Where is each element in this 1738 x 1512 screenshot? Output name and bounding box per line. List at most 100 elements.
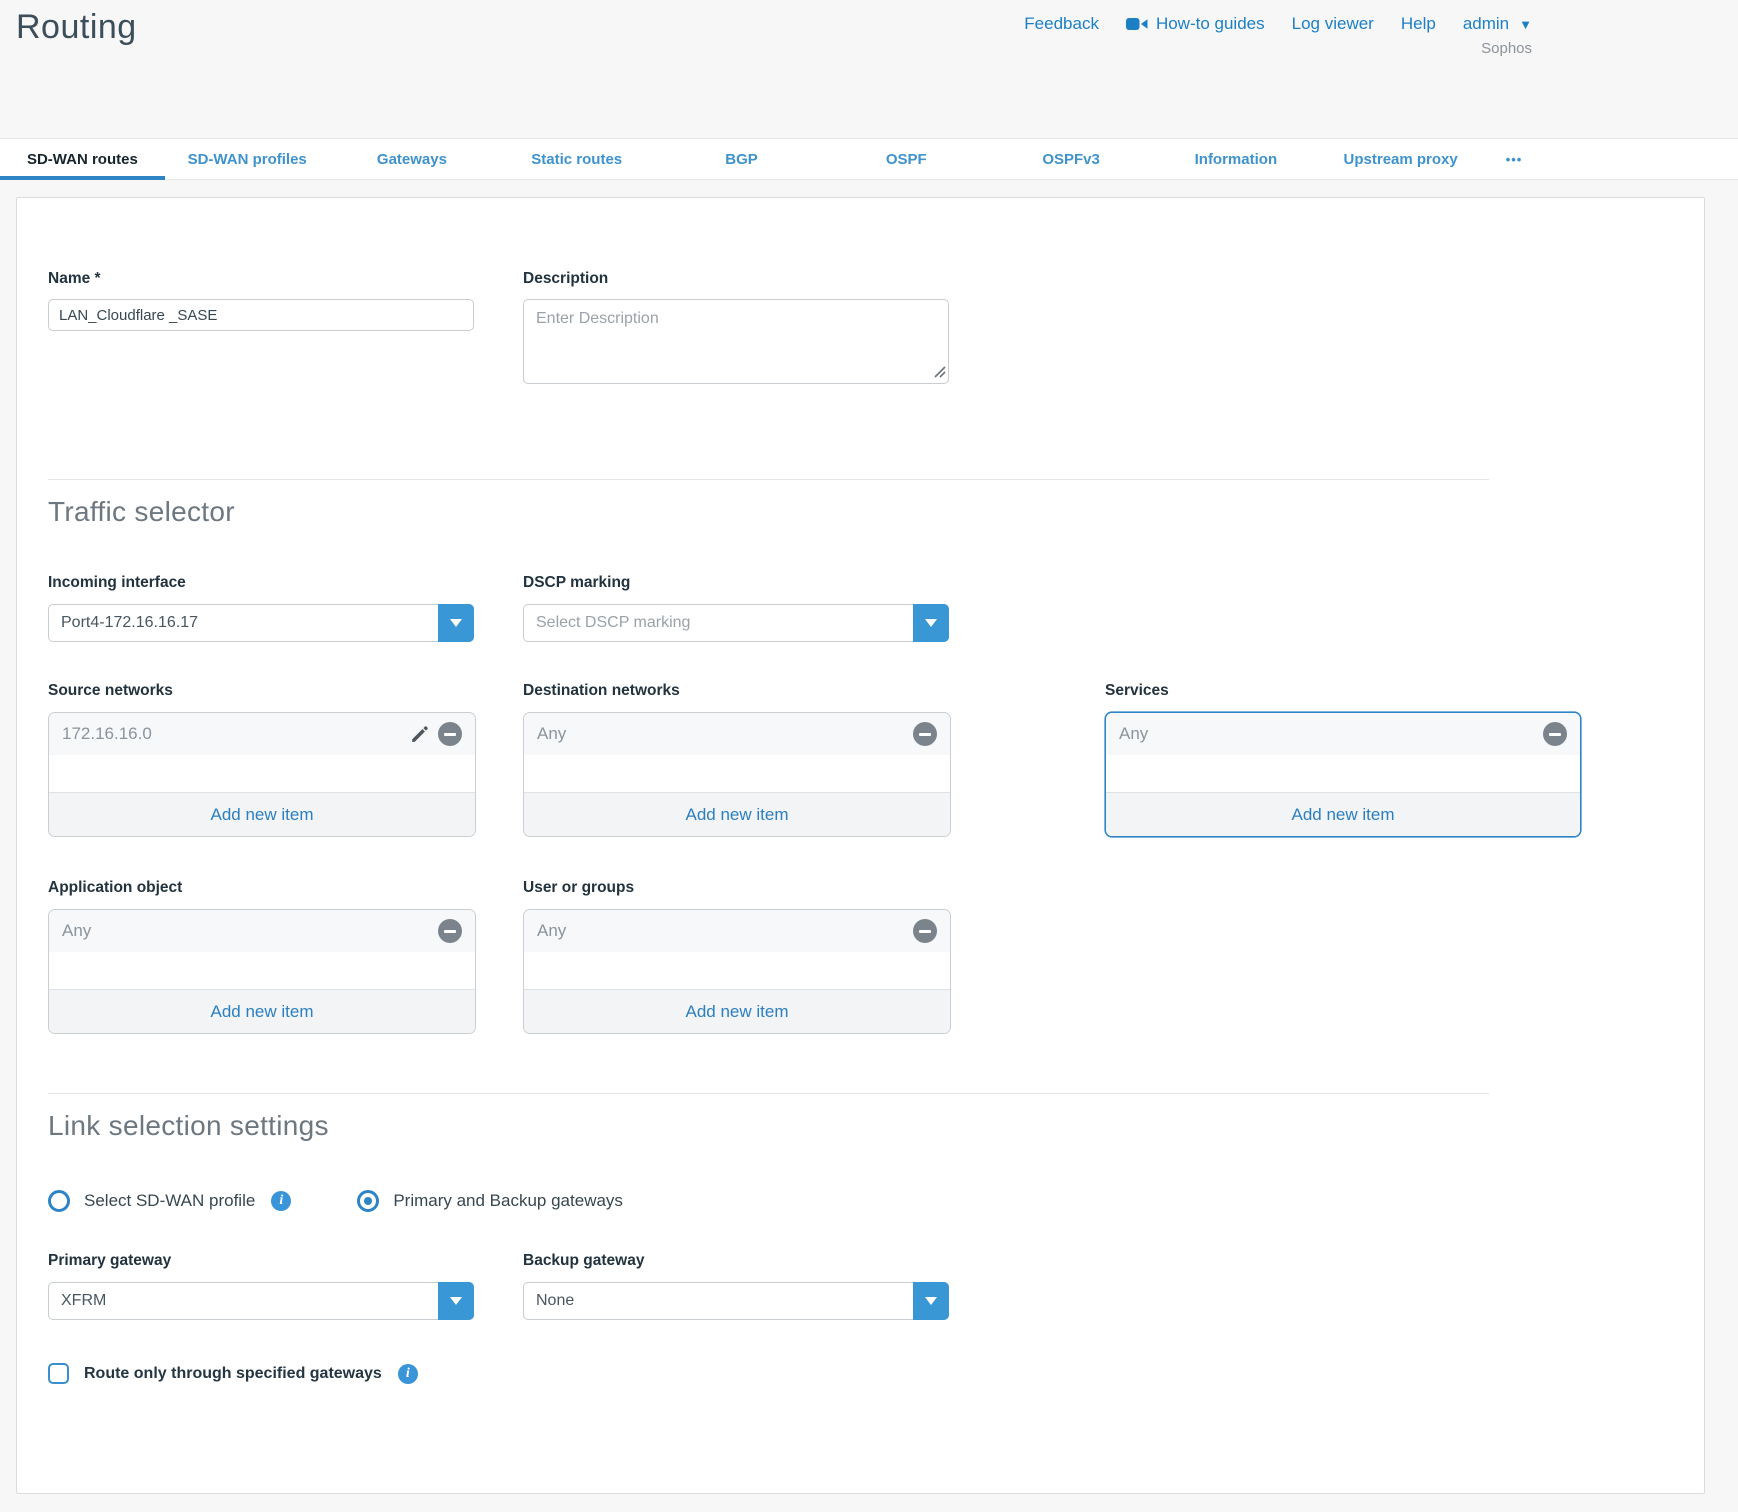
link-selection-heading: Link selection settings [48,1110,1673,1142]
primary-gateway-dropdown[interactable] [48,1282,474,1320]
info-icon[interactable]: i [271,1191,291,1211]
help-link[interactable]: Help [1401,14,1436,34]
list-item: Any [1106,713,1580,755]
user-or-groups-label: User or groups [523,879,951,897]
listbox-body [1106,755,1580,792]
list-item-label: Any [1119,724,1543,744]
services-label: Services [1105,682,1581,700]
tabs: SD-WAN routes SD-WAN profiles Gateways S… [0,139,1545,179]
listbox-body [49,952,475,989]
list-item-label: Any [537,724,913,744]
list-item-label: 172.16.16.0 [62,724,409,744]
route-only-checkbox[interactable] [48,1363,69,1384]
primary-backup-radio[interactable] [357,1190,379,1212]
top-nav: Feedback How-to guides Log viewer Help a… [1024,14,1532,34]
tab-upstream-proxy[interactable]: Upstream proxy [1318,139,1483,179]
howto-guides-link[interactable]: How-to guides [1126,14,1265,34]
route-only-row: Route only through specified gateways i [48,1363,1673,1384]
help-label: Help [1401,14,1436,34]
dropdown-arrow-icon[interactable] [438,1282,474,1320]
dscp-marking-value[interactable] [524,605,906,641]
dropdown-arrow-icon[interactable] [913,1282,949,1320]
list-item: Any [49,910,475,952]
feedback-link[interactable]: Feedback [1024,14,1099,34]
source-networks-box: 172.16.16.0 Add new item [48,712,476,837]
sdwan-profile-radio-label: Select SD-WAN profile [84,1191,255,1211]
tab-bar: SD-WAN routes SD-WAN profiles Gateways S… [0,138,1738,180]
name-label: Name * [48,270,476,288]
user-menu-label: admin [1463,14,1509,34]
gateway-controls [48,1282,1673,1320]
section-divider [48,1093,1489,1094]
add-new-item-button[interactable]: Add new item [524,792,950,836]
destination-networks-box: Any Add new item [523,712,951,837]
backup-gateway-value[interactable] [524,1283,906,1319]
source-networks-label: Source networks [48,682,476,700]
remove-icon[interactable] [913,919,937,943]
name-input[interactable] [48,299,474,331]
page-header: Routing Feedback How-to guides Log viewe… [0,0,1738,138]
tab-information[interactable]: Information [1153,139,1318,179]
destination-networks-label: Destination networks [523,682,951,700]
tab-ospfv3[interactable]: OSPFv3 [989,139,1154,179]
remove-icon[interactable] [438,919,462,943]
add-new-item-button[interactable]: Add new item [49,792,475,836]
list-item-label: Any [537,921,913,941]
listbox-body [49,755,475,792]
application-object-box: Any Add new item [48,909,476,1034]
dscp-marking-label: DSCP marking [523,574,951,592]
add-new-item-button[interactable]: Add new item [49,989,475,1033]
gateway-labels: Primary gateway Backup gateway [48,1252,1673,1270]
primary-backup-radio-label: Primary and Backup gateways [393,1191,623,1211]
list-item: Any [524,713,950,755]
description-label: Description [523,270,951,288]
log-viewer-link[interactable]: Log viewer [1292,14,1374,34]
incoming-interface-dropdown[interactable] [48,604,474,642]
tab-ospf[interactable]: OSPF [824,139,989,179]
tab-static-routes[interactable]: Static routes [494,139,659,179]
listbox-body [524,952,950,989]
primary-gateway-value[interactable] [49,1283,431,1319]
tab-gateways[interactable]: Gateways [330,139,495,179]
application-object-label: Application object [48,879,476,897]
networks-labels: Source networks Destination networks Ser… [48,682,1673,700]
video-camera-icon [1126,16,1148,32]
tab-bgp[interactable]: BGP [659,139,824,179]
incoming-interface-value[interactable] [49,605,431,641]
interface-dscp-controls [48,604,1673,642]
name-description-row: Name * Description [48,270,1673,389]
add-new-item-button[interactable]: Add new item [524,989,950,1033]
backup-gateway-label: Backup gateway [523,1252,951,1270]
dropdown-arrow-icon[interactable] [438,604,474,642]
dscp-marking-dropdown[interactable] [523,604,949,642]
tab-sdwan-profiles[interactable]: SD-WAN profiles [165,139,330,179]
primary-gateway-label: Primary gateway [48,1252,476,1270]
traffic-selector-heading: Traffic selector [48,496,1673,528]
backup-gateway-dropdown[interactable] [523,1282,949,1320]
brand-label: Sophos [1481,40,1532,57]
add-new-item-button[interactable]: Add new item [1106,792,1580,836]
services-box: Any Add new item [1105,712,1581,837]
route-only-checkbox-label: Route only through specified gateways [84,1365,382,1383]
app-user-boxes: Any Add new item Any Add new item [48,909,1673,1034]
feedback-label: Feedback [1024,14,1099,34]
sdwan-profile-radio[interactable] [48,1190,70,1212]
info-icon[interactable]: i [398,1364,418,1384]
link-selection-radios: Select SD-WAN profile i Primary and Back… [48,1190,1673,1212]
listbox-body [524,755,950,792]
list-item: Any [524,910,950,952]
remove-icon[interactable] [913,722,937,746]
user-or-groups-box: Any Add new item [523,909,951,1034]
tab-sdwan-routes[interactable]: SD-WAN routes [0,139,165,179]
edit-icon[interactable] [409,724,430,745]
remove-icon[interactable] [1543,722,1567,746]
dropdown-arrow-icon[interactable] [913,604,949,642]
chevron-down-icon: ▼ [1519,17,1532,32]
section-divider [48,479,1489,480]
list-item: 172.16.16.0 [49,713,475,755]
description-textarea[interactable] [523,299,949,384]
log-viewer-label: Log viewer [1292,14,1374,34]
user-menu[interactable]: admin ▼ [1463,14,1532,34]
tab-more[interactable]: ••• [1483,139,1545,179]
remove-icon[interactable] [438,722,462,746]
